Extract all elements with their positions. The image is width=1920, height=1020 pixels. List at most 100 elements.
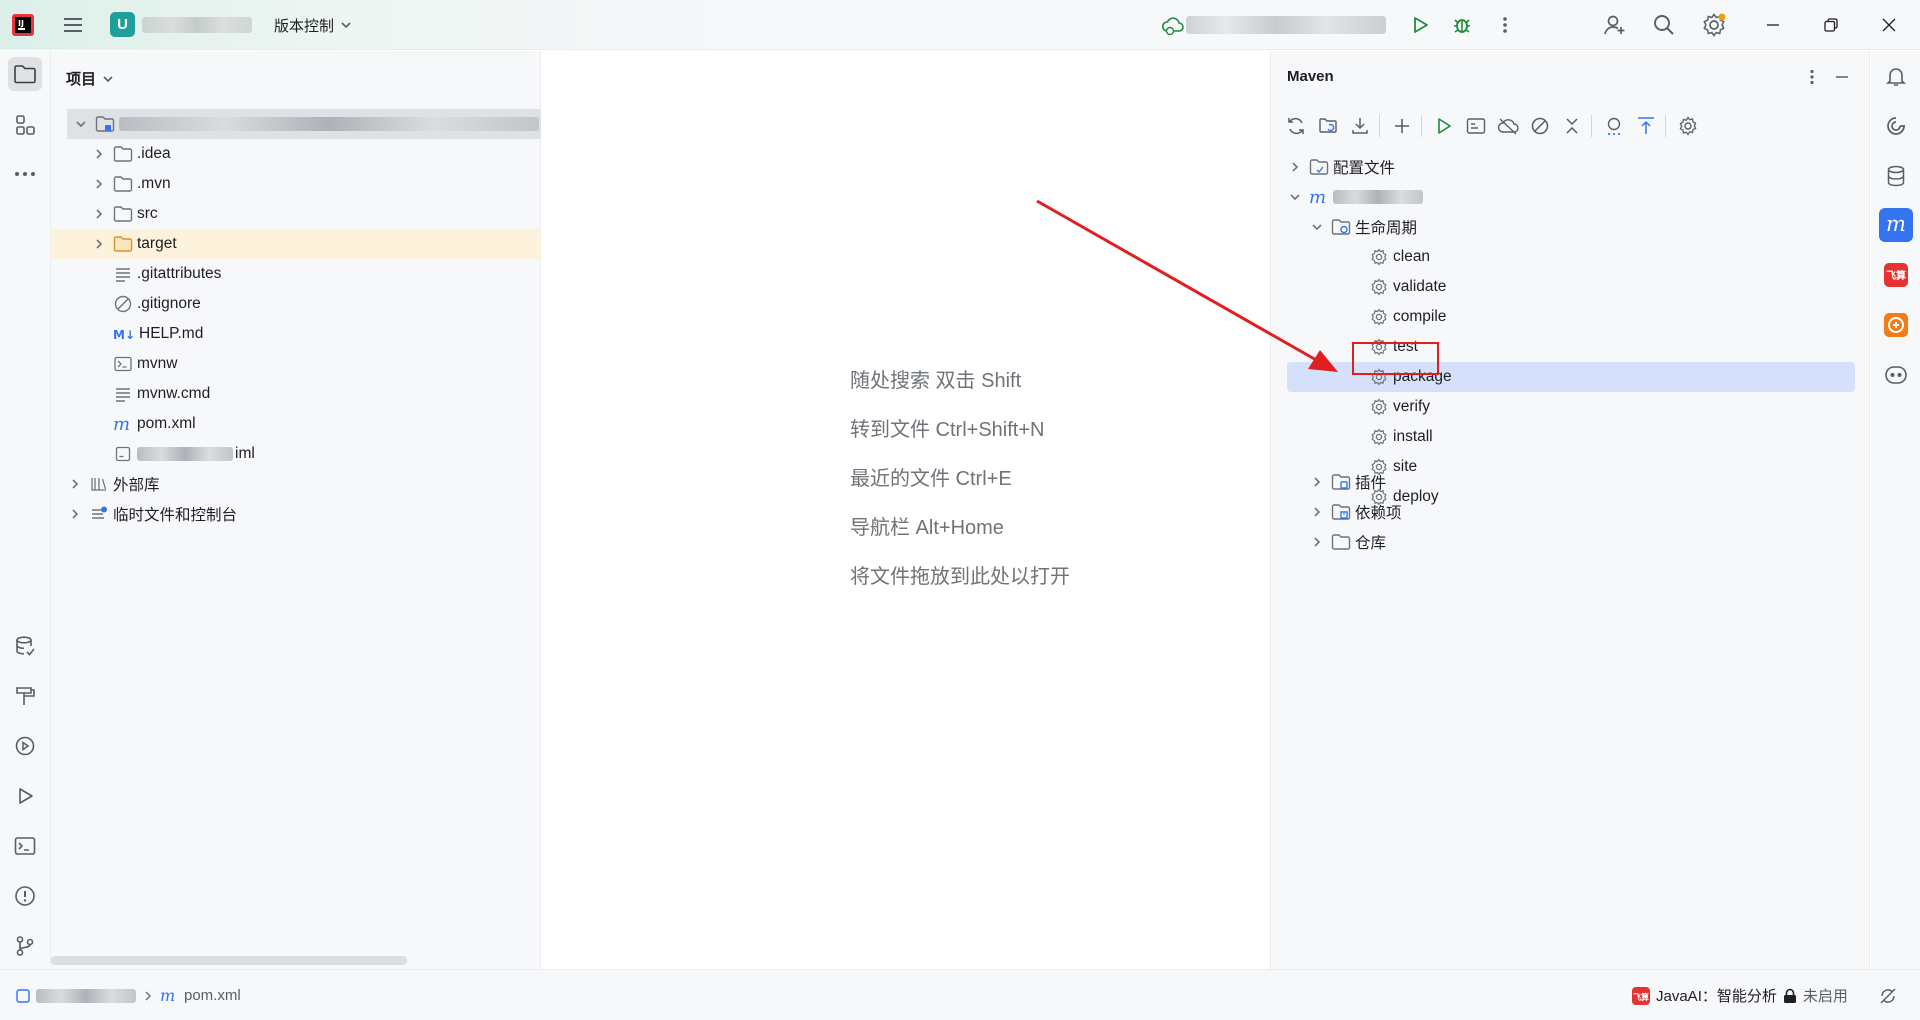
skip-tests-icon[interactable] — [1527, 113, 1553, 139]
hide-panel-icon[interactable] — [1829, 64, 1855, 90]
chevron-right-icon[interactable] — [67, 506, 83, 522]
lifecycle-phase-clean[interactable]: clean — [1271, 242, 1871, 272]
chevron-down-icon[interactable] — [73, 116, 89, 132]
tree-item-idea[interactable]: .idea — [51, 139, 541, 169]
vcs-label: 版本控制 — [274, 17, 335, 35]
more-icon[interactable] — [1799, 64, 1825, 90]
chevron-right-icon[interactable] — [91, 206, 107, 222]
settings-icon[interactable] — [1699, 10, 1729, 40]
lifecycle-phase-validate[interactable]: validate — [1271, 272, 1871, 302]
reload-icon[interactable] — [1283, 113, 1309, 139]
chevron-right-icon[interactable] — [91, 236, 107, 252]
run-tool-icon[interactable] — [8, 779, 42, 813]
settings-icon[interactable] — [1675, 113, 1701, 139]
main-menu-icon[interactable] — [60, 12, 86, 38]
project-name-redacted[interactable] — [142, 17, 252, 33]
execute-goal-icon[interactable] — [1463, 113, 1489, 139]
maven-repositories-row[interactable]: 仓库 — [1271, 527, 1871, 557]
terminal-tool-icon[interactable] — [8, 829, 42, 863]
search-icon[interactable] — [1649, 10, 1679, 40]
notifications-icon[interactable] — [1879, 59, 1913, 93]
chevron-right-icon[interactable] — [91, 146, 107, 162]
breadcrumb[interactable]: m pom.xml — [16, 970, 241, 1020]
show-effective-pom-icon[interactable] — [1633, 113, 1659, 139]
tree-item-target[interactable]: target — [51, 229, 541, 259]
chevron-right-icon[interactable] — [1309, 474, 1325, 490]
tree-item-pom-xml[interactable]: m pom.xml — [51, 409, 541, 439]
more-icon[interactable] — [1490, 10, 1520, 40]
tree-item-label: 外部库 — [113, 477, 160, 494]
tree-item-iml[interactable]: iml — [51, 439, 541, 469]
collapse-all-icon[interactable] — [1559, 113, 1585, 139]
editor-empty-area[interactable]: 随处搜索 双击 Shift 转到文件 Ctrl+Shift+N 最近的文件 Ct… — [542, 51, 1270, 969]
chevron-down-icon[interactable] — [1309, 219, 1325, 235]
maven-dependencies-row[interactable]: 依赖项 — [1271, 497, 1871, 527]
svg-text:IJ: IJ — [18, 19, 24, 28]
download-icon[interactable] — [1347, 113, 1373, 139]
build-tool-icon[interactable] — [8, 679, 42, 713]
copilot-icon[interactable] — [1879, 358, 1913, 392]
database-icon[interactable] — [1879, 159, 1913, 193]
tree-item-mvnw-cmd[interactable]: mvnw.cmd — [51, 379, 541, 409]
gear-icon — [1369, 307, 1389, 327]
debug-icon[interactable] — [1447, 10, 1477, 40]
project-panel-header[interactable]: 项目 — [66, 68, 114, 89]
minimize-icon[interactable] — [1758, 10, 1788, 40]
analyze-dependencies-icon[interactable] — [1601, 113, 1627, 139]
library-icon — [89, 474, 109, 494]
git-tool-icon[interactable] — [8, 929, 42, 963]
chevron-right-icon[interactable] — [91, 176, 107, 192]
tree-item-external-libraries[interactable]: 外部库 — [51, 469, 541, 499]
offline-icon[interactable] — [1495, 113, 1521, 139]
tree-item-src[interactable]: src — [51, 199, 541, 229]
vcs-widget[interactable]: 版本控制 — [274, 13, 352, 37]
jetbrains-logo-icon[interactable]: IJ — [12, 14, 34, 36]
database-tool-icon[interactable] — [8, 629, 42, 663]
more-tools-icon[interactable] — [8, 157, 42, 191]
feiyi-plugin-icon[interactable]: 飞算 — [1879, 258, 1913, 292]
maven-tool-icon[interactable]: m — [1879, 208, 1913, 242]
tree-root-row[interactable] — [67, 109, 541, 139]
javaai-status-widget[interactable]: 飞算 JavaAI：智能分析 未启用 — [1632, 970, 1848, 1020]
lifecycle-phase-verify[interactable]: verify — [1271, 392, 1871, 422]
close-icon[interactable] — [1874, 10, 1904, 40]
horizontal-scrollbar[interactable] — [51, 956, 407, 965]
tree-item-gitattributes[interactable]: .gitattributes — [51, 259, 541, 289]
lifecycle-phase-install[interactable]: install — [1271, 422, 1871, 452]
structure-tool-icon[interactable] — [8, 108, 42, 142]
generate-sources-icon[interactable] — [1315, 113, 1341, 139]
project-badge[interactable]: U — [110, 12, 135, 37]
run-icon[interactable] — [1405, 10, 1435, 40]
folder-icon — [113, 174, 133, 194]
project-tool-icon[interactable] — [8, 57, 42, 91]
chevron-down-icon[interactable] — [1287, 189, 1303, 205]
tree-item-gitignore[interactable]: .gitignore — [51, 289, 541, 319]
chevron-right-icon[interactable] — [1309, 534, 1325, 550]
tree-item-scratches[interactable]: 临时文件和控制台 — [51, 499, 541, 529]
run-icon[interactable] — [1431, 113, 1457, 139]
chevron-right-icon[interactable] — [67, 476, 83, 492]
breadcrumb-file[interactable]: pom.xml — [184, 987, 241, 1004]
restore-icon[interactable] — [1816, 10, 1846, 40]
run-config-redacted[interactable] — [1186, 16, 1386, 34]
orange-plugin-icon[interactable] — [1879, 308, 1913, 342]
services-tool-icon[interactable] — [8, 729, 42, 763]
problems-tool-icon[interactable] — [8, 879, 42, 913]
tree-item-mvnw[interactable]: mvnw — [51, 349, 541, 379]
breadcrumb-module-redacted[interactable] — [36, 988, 136, 1003]
tree-item-mvn[interactable]: .mvn — [51, 169, 541, 199]
chevron-right-icon[interactable] — [1287, 159, 1303, 175]
ai-assistant-icon[interactable] — [1879, 109, 1913, 143]
tree-item-help-md[interactable]: M↓ HELP.md — [51, 319, 541, 349]
power-save-icon[interactable] — [1878, 970, 1898, 1020]
lifecycle-phase-compile[interactable]: compile — [1271, 302, 1871, 332]
maven-plugins-row[interactable]: 插件 — [1271, 467, 1871, 497]
chevron-right-icon[interactable] — [1309, 504, 1325, 520]
add-user-icon[interactable] — [1600, 10, 1630, 40]
hint-goto-file: 转到文件 Ctrl+Shift+N — [850, 419, 1045, 441]
maven-profiles-row[interactable]: 配置文件 — [1271, 152, 1871, 182]
maven-lifecycle-row[interactable]: 生命周期 — [1271, 212, 1871, 242]
add-icon[interactable] — [1389, 113, 1415, 139]
maven-project-row[interactable]: m — [1271, 182, 1871, 212]
cloud-run-config-icon[interactable] — [1158, 10, 1188, 40]
